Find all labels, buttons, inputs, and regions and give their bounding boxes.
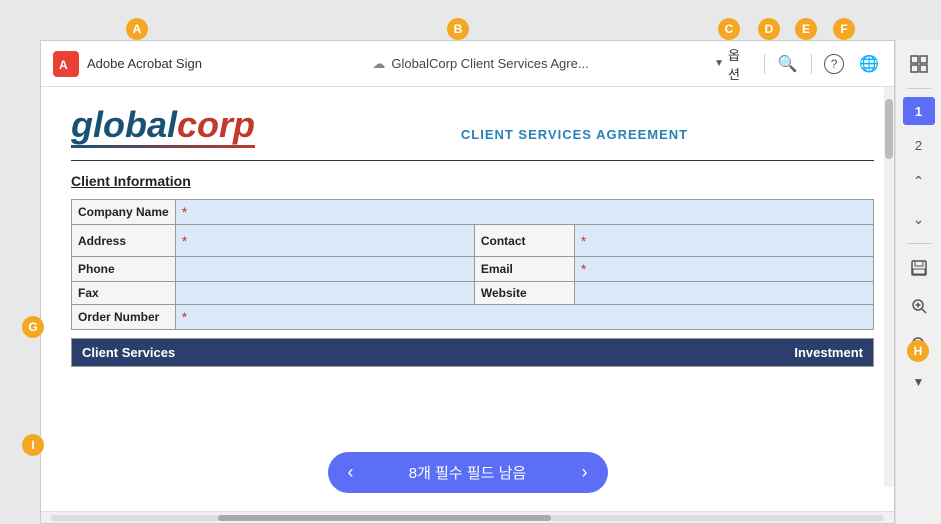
logo-area: globalcorp — [71, 107, 255, 148]
cloud-icon: ☁ — [372, 56, 385, 72]
topbar-right: ▼ 옵션 🔍 ? 🌐 — [708, 43, 882, 85]
annotation-b: B — [447, 18, 469, 40]
label-order-number: Order Number — [72, 305, 176, 330]
scroll-thumb[interactable] — [885, 99, 893, 159]
scroll-down2-button[interactable]: ▼ — [903, 366, 935, 398]
topbar: A Adobe Acrobat Sign ☁ GlobalCorp Client… — [41, 41, 894, 87]
label-phone: Phone — [72, 257, 176, 282]
input-contact[interactable]: * — [574, 225, 873, 257]
doc-title-area: CLIENT SERVICES AGREEMENT — [275, 126, 874, 148]
required-marker: * — [182, 309, 187, 325]
annotation-a: A — [126, 18, 148, 40]
help-button[interactable]: ? — [821, 50, 846, 78]
annotation-h: H — [907, 340, 929, 362]
table-row: Order Number * — [72, 305, 874, 330]
thumbnails-button[interactable] — [903, 48, 935, 80]
chevron-down-icon: ⌄ — [913, 211, 925, 228]
input-address[interactable]: * — [175, 225, 474, 257]
table-row: Address * Contact * — [72, 225, 874, 257]
right-sidebar: 1 2 ⌃ ⌄ — [895, 40, 941, 524]
globe-icon: 🌐 — [859, 54, 879, 74]
investment-label: Investment — [473, 339, 874, 366]
options-label: 옵션 — [728, 45, 748, 83]
options-button[interactable]: ▼ 옵션 — [708, 43, 754, 85]
table-row: Fax Website — [72, 282, 874, 305]
scroll-up-button[interactable]: ⌃ — [903, 165, 935, 197]
label-email: Email — [474, 257, 574, 282]
search-button[interactable]: 🔍 — [775, 50, 800, 78]
label-company-name: Company Name — [72, 200, 176, 225]
vertical-scrollbar[interactable] — [884, 87, 894, 487]
divider2 — [811, 54, 812, 74]
zoom-in-button[interactable] — [903, 290, 935, 322]
annotation-f: F — [833, 18, 855, 40]
doc-header: globalcorp CLIENT SERVICES AGREEMENT — [71, 107, 874, 148]
app-logo-area: A Adobe Acrobat Sign — [53, 51, 253, 77]
required-fields-nav: ‹ 8개 필수 필드 남음 › — [328, 452, 608, 493]
logo-global: global — [71, 104, 177, 145]
annotation-i: I — [22, 434, 44, 456]
globalcorp-logo: globalcorp — [71, 107, 255, 143]
chevron-up-icon: ⌃ — [913, 173, 925, 190]
annotation-d: D — [758, 18, 780, 40]
search-icon: 🔍 — [778, 54, 798, 74]
help-icon: ? — [824, 54, 844, 74]
doc-divider — [71, 160, 874, 161]
scroll-down-button[interactable]: ⌄ — [903, 203, 935, 235]
logo-corp: corp — [177, 104, 255, 145]
scrollbar-thumb[interactable] — [218, 515, 551, 521]
label-address: Address — [72, 225, 176, 257]
annotation-g: G — [22, 316, 44, 338]
client-services-label: Client Services — [72, 339, 473, 366]
input-website[interactable] — [574, 282, 873, 305]
input-order-number[interactable]: * — [175, 305, 873, 330]
required-marker: * — [182, 233, 187, 249]
label-contact: Contact — [474, 225, 574, 257]
doc-title: GlobalCorp Client Services Agre... — [391, 56, 588, 71]
chevron-down2-icon: ▼ — [913, 375, 925, 389]
nav-next-button[interactable]: › — [581, 462, 587, 483]
divider — [764, 54, 765, 74]
save-icon — [910, 259, 928, 277]
required-marker: * — [581, 233, 586, 249]
annotation-c: C — [718, 18, 740, 40]
label-fax: Fax — [72, 282, 176, 305]
section-title: Client Information — [71, 173, 874, 189]
input-email[interactable]: * — [574, 257, 873, 282]
page-1-label: 1 — [915, 104, 922, 119]
thumbnails-icon — [910, 55, 928, 73]
acrobat-svg: A — [57, 55, 75, 73]
zoom-in-icon — [910, 297, 928, 315]
page-1-button[interactable]: 1 — [903, 97, 935, 125]
horizontal-scrollbar[interactable] — [41, 511, 894, 523]
doc-title-text: CLIENT SERVICES AGREEMENT — [461, 127, 688, 142]
doc-body[interactable]: globalcorp CLIENT SERVICES AGREEMENT Cli… — [41, 87, 894, 511]
table-row: Phone Email * — [72, 257, 874, 282]
sidebar-divider-2 — [907, 243, 931, 244]
svg-text:A: A — [59, 58, 68, 72]
topbar-center: ☁ GlobalCorp Client Services Agre... — [253, 56, 708, 72]
globe-button[interactable]: 🌐 — [857, 50, 882, 78]
page-2-button[interactable]: 2 — [903, 131, 935, 159]
logo-underline — [71, 145, 255, 148]
sidebar-divider-1 — [907, 88, 931, 89]
required-fields-label: 8개 필수 필드 남음 — [409, 462, 526, 483]
table-row: Company Name * — [72, 200, 874, 225]
app-logo-text: Adobe Acrobat Sign — [87, 56, 202, 71]
input-fax[interactable] — [175, 282, 474, 305]
chevron-down-icon: ▼ — [714, 58, 724, 69]
annotation-e: E — [795, 18, 817, 40]
input-phone[interactable] — [175, 257, 474, 282]
input-company-name[interactable]: * — [175, 200, 873, 225]
client-info-table: Company Name * Address * Contact * — [71, 199, 874, 330]
required-marker: * — [581, 261, 586, 277]
save-button[interactable] — [903, 252, 935, 284]
required-marker: * — [182, 204, 187, 220]
label-website: Website — [474, 282, 574, 305]
nav-prev-button[interactable]: ‹ — [348, 462, 354, 483]
scrollbar-track[interactable] — [51, 515, 884, 521]
client-services-bar: Client Services Investment — [71, 338, 874, 367]
page-2-label: 2 — [915, 138, 922, 153]
acrobat-logo-icon: A — [53, 51, 79, 77]
